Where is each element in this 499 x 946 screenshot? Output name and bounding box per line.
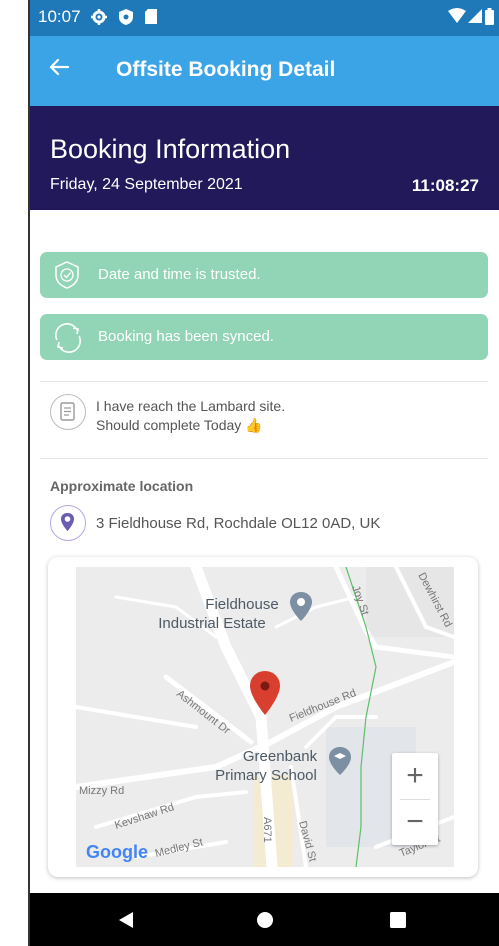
shield-check-icon — [52, 260, 82, 290]
back-nav-icon[interactable] — [118, 911, 134, 934]
map-label-poi2-line2: Primary School — [215, 767, 317, 784]
booking-date: Friday, 24 September 2021 — [50, 176, 243, 193]
location-label: Approximate location — [50, 478, 194, 494]
note-icon — [50, 394, 86, 430]
signal-icon — [468, 8, 482, 29]
sd-card-icon — [144, 8, 158, 30]
map-label-poi1-line1: Fieldhouse — [205, 596, 278, 613]
zoom-out-button[interactable]: − — [392, 799, 438, 844]
thumbs-up-emoji: 👍 — [245, 417, 263, 433]
home-nav-icon[interactable] — [256, 911, 274, 934]
divider — [40, 381, 488, 382]
map-label-road-mizzy: Mizzy Rd — [79, 785, 124, 797]
shield-icon — [118, 8, 134, 31]
map-zoom-controls: + − — [392, 753, 438, 845]
system-nav-bar — [30, 893, 499, 946]
note-line-2-text: Should complete Today — [96, 417, 242, 433]
note-line-1: I have reach the Lambard site. — [96, 398, 286, 414]
map-label-poi1-line2: Industrial Estate — [158, 615, 266, 632]
map-label-poi2-line1: Greenbank — [243, 748, 318, 765]
map-pin-icon — [50, 505, 86, 541]
divider — [40, 458, 488, 459]
status-bar: 10:07 — [30, 0, 499, 36]
wifi-icon — [448, 8, 466, 29]
synced-banner: Booking has been synced. — [40, 314, 488, 360]
status-time: 10:07 — [38, 7, 81, 26]
google-logo: Google — [86, 842, 148, 862]
settings-icon — [90, 8, 108, 31]
sync-icon — [52, 322, 82, 353]
banner-text: Date and time is trusted. — [98, 266, 261, 283]
note-line-2: Should complete Today 👍 — [96, 416, 285, 435]
app-bar-title: Offsite Booking Detail — [116, 58, 336, 81]
back-arrow-icon[interactable] — [48, 56, 70, 85]
location-address: 3 Fieldhouse Rd, Rochdale OL12 0AD, UK — [96, 515, 381, 532]
booking-header: Booking Information Friday, 24 September… — [30, 106, 499, 210]
phone-screen: 10:07 Offsite Booking Detail Booking Inf… — [28, 0, 499, 946]
recents-nav-icon[interactable] — [390, 912, 406, 933]
zoom-in-button[interactable]: + — [392, 753, 438, 798]
map-label-road-a671: A671 — [261, 817, 273, 843]
banner-text: Booking has been synced. — [98, 328, 274, 345]
app-bar: Offsite Booking Detail — [30, 36, 499, 106]
trusted-time-banner: Date and time is trusted. — [40, 252, 488, 298]
booking-note: I have reach the Lambard site. Should co… — [96, 397, 285, 435]
booking-time: 11:08:27 — [411, 176, 479, 195]
battery-icon — [485, 8, 494, 30]
page-title: Booking Information — [50, 134, 291, 164]
